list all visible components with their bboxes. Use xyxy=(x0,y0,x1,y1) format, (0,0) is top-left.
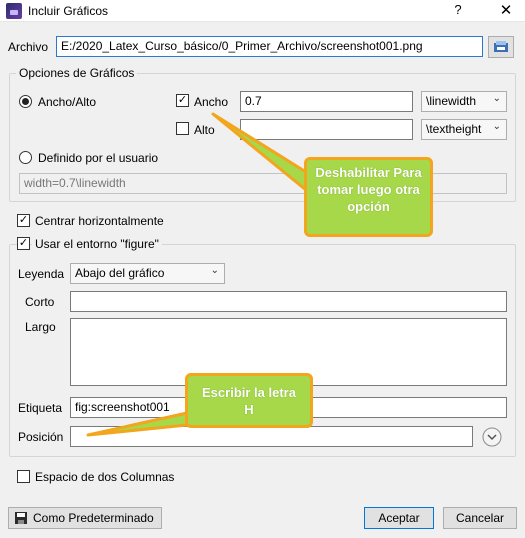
posicion-field[interactable] xyxy=(70,426,473,447)
figure-label: Usar el entorno "figure" xyxy=(32,237,162,251)
ancho-label: Ancho xyxy=(194,95,229,109)
ancho-unit-select[interactable]: \linewidth ⌄ xyxy=(421,91,507,112)
dos-columnas-checkbox[interactable] xyxy=(17,470,30,483)
help-button[interactable]: ? xyxy=(448,2,468,17)
radio-ancho-alto[interactable] xyxy=(19,95,32,108)
floppy-icon xyxy=(15,512,27,524)
largo-label: Largo xyxy=(25,320,56,334)
alto-unit-select[interactable]: \textheight ⌄ xyxy=(421,119,507,140)
alto-field[interactable] xyxy=(240,119,413,140)
window-title: Incluir Gráficos xyxy=(28,4,109,18)
default-button[interactable]: Como Predeterminado xyxy=(8,507,162,529)
radio-ancho-alto-label: Ancho/Alto xyxy=(38,95,97,109)
chevron-down-icon: ⌄ xyxy=(492,121,501,132)
radio-usuario-label: Definido por el usuario xyxy=(38,151,159,165)
alto-unit-value: \textheight xyxy=(426,122,482,136)
corto-field[interactable] xyxy=(70,291,507,312)
posicion-chooser-icon[interactable] xyxy=(481,426,503,448)
posicion-label: Posición xyxy=(18,430,64,444)
alto-checkbox[interactable] xyxy=(176,122,189,135)
app-icon xyxy=(6,3,22,19)
archivo-label: Archivo xyxy=(8,40,49,54)
etiqueta-label: Etiqueta xyxy=(18,401,63,415)
centrar-label: Centrar horizontalmente xyxy=(35,214,164,228)
accept-button[interactable]: Aceptar xyxy=(364,507,434,529)
folder-browse-icon[interactable] xyxy=(488,36,514,58)
centrar-checkbox[interactable]: ✓ xyxy=(17,214,30,227)
annotation-callout-second: Escribir la letra H xyxy=(185,373,313,428)
opciones-title: Opciones de Gráficos xyxy=(16,66,138,80)
title-bar: Incluir Gráficos ? ✕ xyxy=(0,0,525,22)
leyenda-select[interactable]: Abajo del gráfico ⌄ xyxy=(70,263,225,284)
ancho-unit-value: \linewidth xyxy=(426,94,477,108)
archivo-field[interactable]: E:/2020_Latex_Curso_básico/0_Primer_Arch… xyxy=(56,36,483,57)
leyenda-label: Leyenda xyxy=(18,267,65,281)
chevron-down-icon: ⌄ xyxy=(210,265,219,276)
ancho-field[interactable]: 0.7 xyxy=(240,91,413,112)
alto-label: Alto xyxy=(194,123,215,137)
radio-usuario[interactable] xyxy=(19,151,32,164)
ancho-checkbox[interactable]: ✓ xyxy=(176,94,189,107)
cancel-button[interactable]: Cancelar xyxy=(443,507,517,529)
corto-label: Corto xyxy=(25,295,55,309)
figure-checkbox[interactable]: ✓ xyxy=(17,237,30,250)
dos-columnas-label: Espacio de dos Columnas xyxy=(35,470,175,484)
usuario-field[interactable]: width=0.7\linewidth xyxy=(19,173,507,194)
annotation-callout-first: Deshabilitar Para tomar luego otra opció… xyxy=(304,157,433,237)
default-button-label: Como Predeterminado xyxy=(33,511,154,525)
leyenda-value: Abajo del gráfico xyxy=(75,266,165,280)
chevron-down-icon: ⌄ xyxy=(492,93,501,104)
close-button[interactable]: ✕ xyxy=(496,1,516,19)
